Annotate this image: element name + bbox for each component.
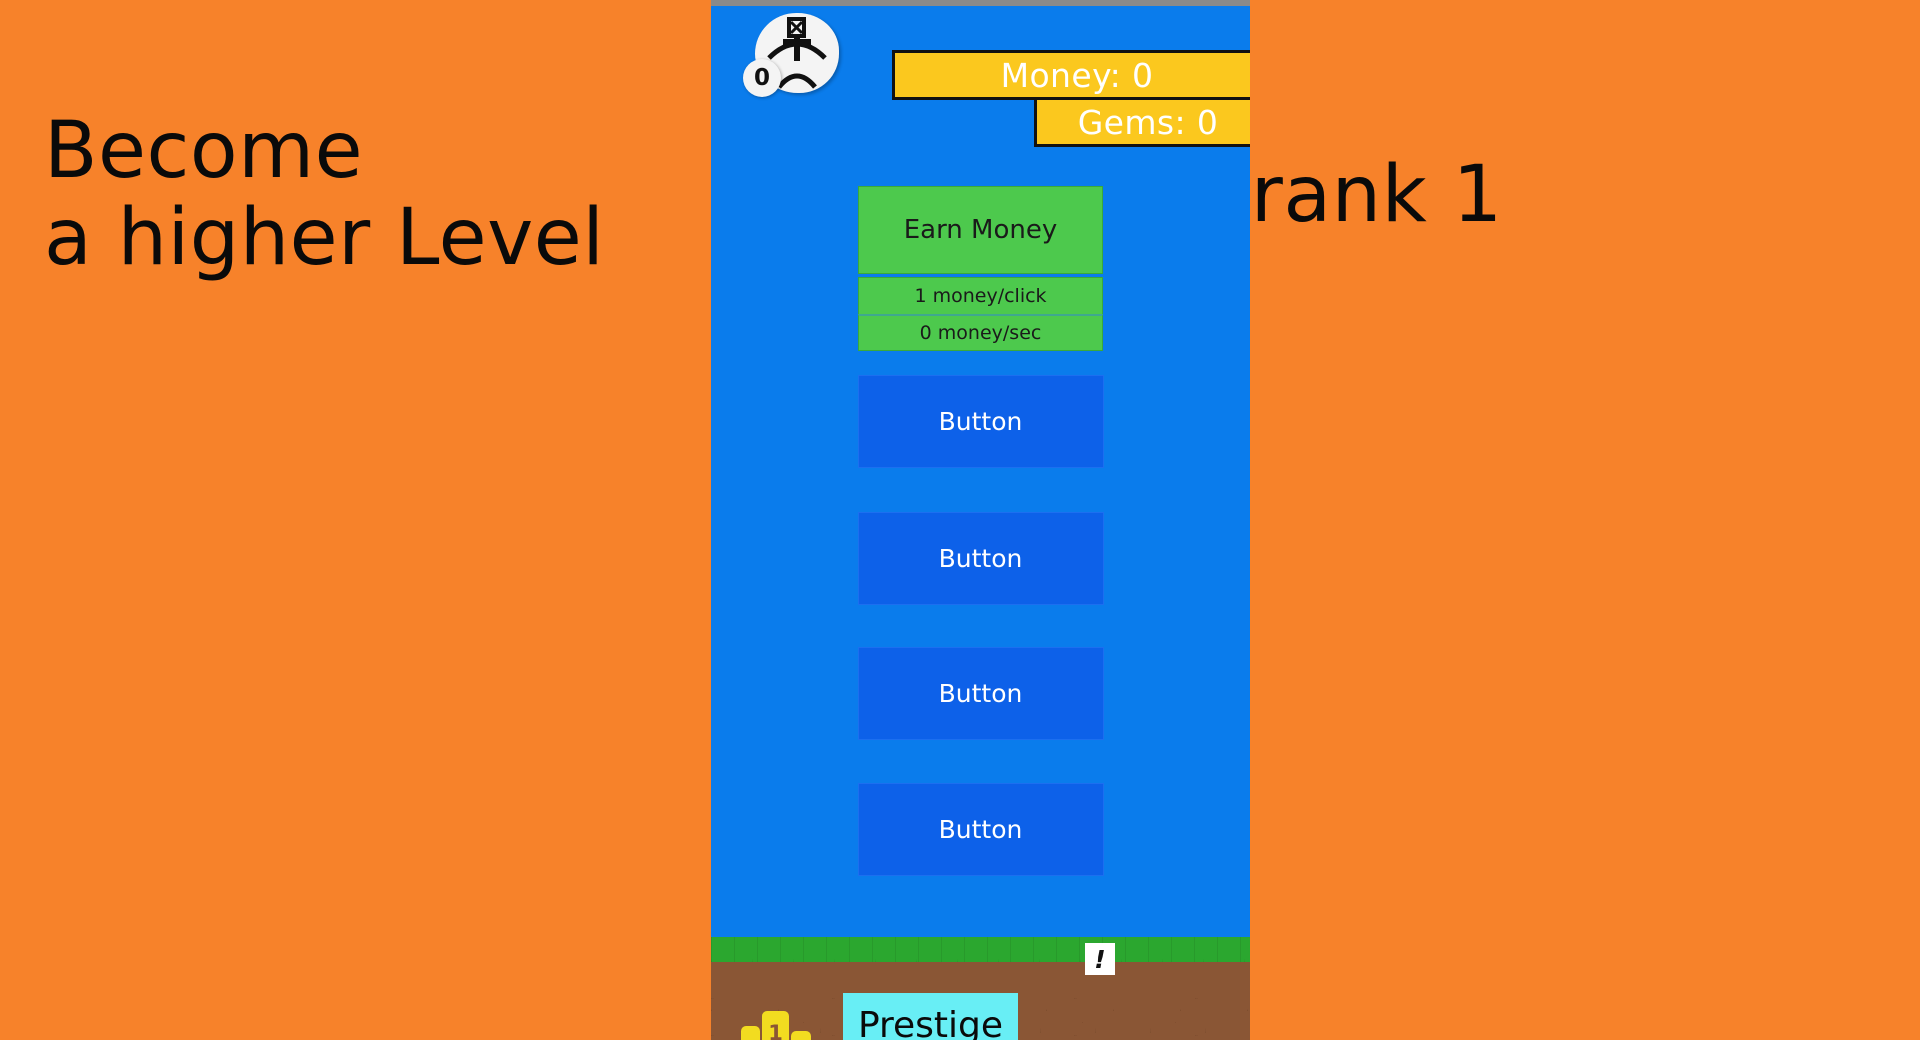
dirt-strip: 1 Prestige: [711, 962, 1250, 1040]
prestige-button[interactable]: Prestige: [843, 993, 1018, 1040]
upgrade-button-3[interactable]: Button: [857, 647, 1104, 740]
stat-money-per-sec: 0 money/sec: [858, 314, 1103, 351]
level-avatar[interactable]: 0: [743, 13, 839, 97]
podium-block-left: [741, 1026, 760, 1040]
ground-bar: 1 Prestige !: [711, 937, 1250, 1040]
panel-top-strip: [711, 0, 1250, 6]
annotation-text-left: Become a higher Level: [44, 106, 605, 284]
stat-money-per-click: 1 money/click: [858, 277, 1103, 314]
level-badge: 0: [743, 59, 781, 97]
podium-icon[interactable]: 1: [741, 1005, 811, 1040]
upgrade-button-2[interactable]: Button: [857, 512, 1104, 605]
button-list[interactable]: Earn Money 1 money/click 0 money/sec But…: [711, 180, 1250, 937]
grass-strip: [711, 937, 1250, 962]
upgrade-button-4[interactable]: Button: [857, 783, 1104, 876]
earn-money-group: Earn Money 1 money/click 0 money/sec: [711, 186, 1250, 351]
upgrade-button-1[interactable]: Button: [857, 375, 1104, 468]
earn-money-button[interactable]: Earn Money: [858, 186, 1103, 274]
rank-number: 1: [768, 1021, 783, 1040]
gems-counter: Gems: 0: [1034, 97, 1250, 147]
game-panel: 0 Money: 0 Gems: 0 Earn Money 1 money/cl…: [711, 0, 1250, 1040]
notification-badge[interactable]: !: [1085, 943, 1115, 975]
podium-block-right: [791, 1031, 811, 1040]
money-counter: Money: 0: [892, 50, 1250, 100]
